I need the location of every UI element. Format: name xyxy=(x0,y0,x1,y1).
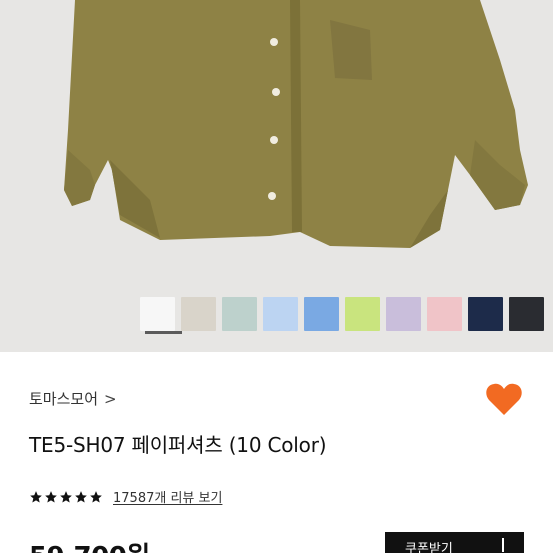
color-swatch-lavender[interactable] xyxy=(386,297,421,331)
heart-icon[interactable] xyxy=(485,382,523,416)
brand-name: 토마스모어 xyxy=(29,390,99,408)
coupon-label: 쿠폰받기 xyxy=(405,541,453,553)
rating-stars xyxy=(29,490,103,504)
star-icon xyxy=(45,490,57,503)
color-swatch-mint[interactable] xyxy=(222,297,257,331)
color-swatch-sky-blue[interactable] xyxy=(263,297,298,331)
color-swatch-blue[interactable] xyxy=(304,297,339,331)
download-icon xyxy=(502,538,504,552)
brand-link[interactable]: 토마스모어 > xyxy=(29,388,117,409)
star-icon xyxy=(75,490,87,503)
price: 59,700원 xyxy=(29,536,150,553)
product-image xyxy=(0,0,553,352)
color-swatch-black[interactable] xyxy=(509,297,544,331)
color-swatch-lime[interactable] xyxy=(345,297,380,331)
rating-row: 17587개 리뷰 보기 xyxy=(29,487,222,506)
reviews-link[interactable]: 17587개 리뷰 보기 xyxy=(113,487,222,506)
color-swatches xyxy=(140,297,544,334)
coupon-button[interactable]: 쿠폰받기 xyxy=(385,532,524,553)
color-swatch-white[interactable] xyxy=(140,297,182,334)
chevron-right-icon: > xyxy=(104,389,117,408)
color-swatch-pink[interactable] xyxy=(427,297,462,331)
product-title: TE5-SH07 페이퍼셔츠 (10 Color) xyxy=(29,433,327,457)
color-swatch-navy[interactable] xyxy=(468,297,503,331)
star-icon xyxy=(60,490,72,503)
star-icon xyxy=(90,490,102,503)
star-icon xyxy=(30,490,42,503)
color-swatch-beige[interactable] xyxy=(181,297,216,331)
